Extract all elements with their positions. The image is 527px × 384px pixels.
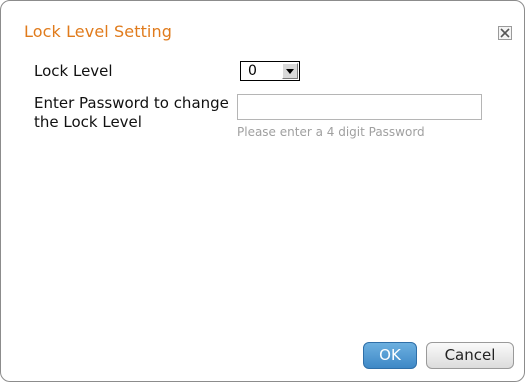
lock-level-value: 0 bbox=[248, 63, 257, 79]
lock-level-dialog: Lock Level Setting Lock Level 0 Enter Pa… bbox=[0, 0, 525, 382]
lock-level-label: Lock Level bbox=[34, 62, 113, 80]
cancel-button[interactable]: Cancel bbox=[426, 342, 514, 369]
password-hint: Please enter a 4 digit Password bbox=[237, 125, 425, 139]
close-icon[interactable] bbox=[498, 25, 512, 40]
ok-button[interactable]: OK bbox=[363, 342, 417, 369]
password-input[interactable] bbox=[237, 94, 482, 120]
dialog-title: Lock Level Setting bbox=[24, 22, 172, 41]
password-label: Enter Password to change the Lock Level bbox=[34, 94, 229, 131]
chevron-down-icon[interactable] bbox=[282, 63, 298, 79]
lock-level-select[interactable]: 0 bbox=[240, 61, 300, 81]
